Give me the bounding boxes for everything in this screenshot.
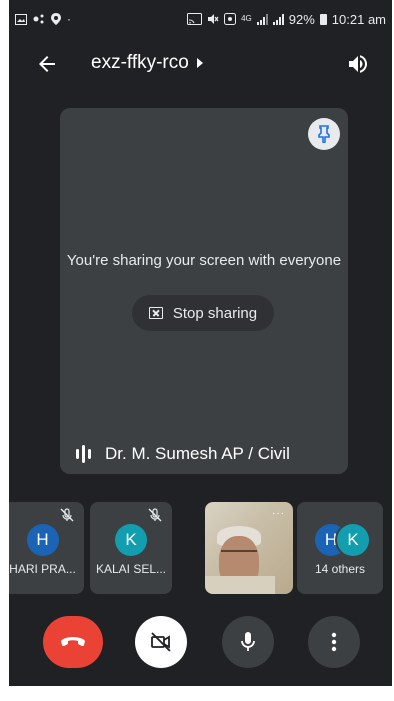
videocam-off-icon xyxy=(151,632,171,652)
mic-icon xyxy=(241,632,255,651)
meeting-code: exz-ffky-rco xyxy=(91,52,189,73)
presenter-label: Dr. M. Sumesh AP / Civil xyxy=(76,444,290,464)
more-notifications-dot: · xyxy=(67,12,71,26)
participant-name: KALAI SEL... xyxy=(95,562,167,576)
stop-share-icon xyxy=(148,307,163,319)
app-bar: exz-ffky-rco xyxy=(9,38,392,90)
stop-sharing-button[interactable]: Stop sharing xyxy=(132,295,274,331)
more-vert-icon xyxy=(331,632,337,652)
call-end-icon xyxy=(61,637,85,646)
nfc-icon xyxy=(224,13,237,25)
avatar: K xyxy=(115,524,147,556)
caret-right-icon xyxy=(196,58,203,68)
mic-off-icon xyxy=(60,508,74,522)
pin-button[interactable] xyxy=(308,118,340,150)
presenter-name: Dr. M. Sumesh AP / Civil xyxy=(105,444,290,463)
location-notification-icon xyxy=(51,13,61,25)
signal-strength-2-icon xyxy=(272,13,284,25)
bottom-edge xyxy=(9,686,392,701)
sharing-message: You're sharing your screen with everyone xyxy=(66,252,342,269)
participant-tile[interactable]: K KALAI SEL... xyxy=(90,502,172,594)
clock: 10:21 am xyxy=(331,11,386,27)
assistant-notification-icon xyxy=(33,14,44,24)
pin-icon xyxy=(318,125,330,143)
mute-icon xyxy=(208,14,219,24)
status-bar: · 4G 92% 10:21 am xyxy=(9,0,392,38)
more-options-button[interactable] xyxy=(308,616,360,668)
avatar: H xyxy=(26,524,59,556)
status-left-icons: · xyxy=(15,12,71,26)
video-glasses xyxy=(221,550,257,558)
others-count: 14 others xyxy=(314,562,366,576)
arrow-back-icon[interactable] xyxy=(35,52,59,76)
call-controls xyxy=(9,613,392,669)
status-right-icons: 4G 92% 10:21 am xyxy=(187,12,386,27)
network-type: 4G xyxy=(241,14,252,23)
video-shirt xyxy=(205,576,275,594)
audio-level-icon xyxy=(76,445,91,463)
signal-strength-1-icon xyxy=(256,13,268,25)
mic-off-icon xyxy=(148,508,162,522)
stop-sharing-label: Stop sharing xyxy=(172,304,258,322)
audio-dots-icon: ··· xyxy=(272,508,285,519)
battery-icon xyxy=(319,13,327,25)
mic-toggle-button[interactable] xyxy=(222,616,274,668)
camera-toggle-button[interactable] xyxy=(135,616,187,668)
participant-name: HARI PRA... xyxy=(9,562,76,576)
participant-tile[interactable]: H HARI PRA... xyxy=(9,502,84,594)
cast-icon xyxy=(187,13,203,25)
avatar: K xyxy=(337,524,369,556)
gallery-notification-icon xyxy=(15,13,27,25)
participant-strip: H HARI PRA... K KALAI SEL... ··· H K 14 … xyxy=(9,502,392,594)
meeting-info-button[interactable]: exz-ffky-rco xyxy=(91,52,203,74)
others-tile[interactable]: H K 14 others xyxy=(297,502,383,594)
phone-screen: · 4G 92% 10:21 am exz-ffky-rco You're sh… xyxy=(9,0,392,701)
participant-video-tile[interactable]: ··· xyxy=(205,502,293,594)
volume-icon[interactable] xyxy=(346,52,370,76)
battery-percent: 92% xyxy=(288,11,315,27)
hang-up-button[interactable] xyxy=(43,616,103,668)
presentation-stage: You're sharing your screen with everyone… xyxy=(60,108,348,474)
